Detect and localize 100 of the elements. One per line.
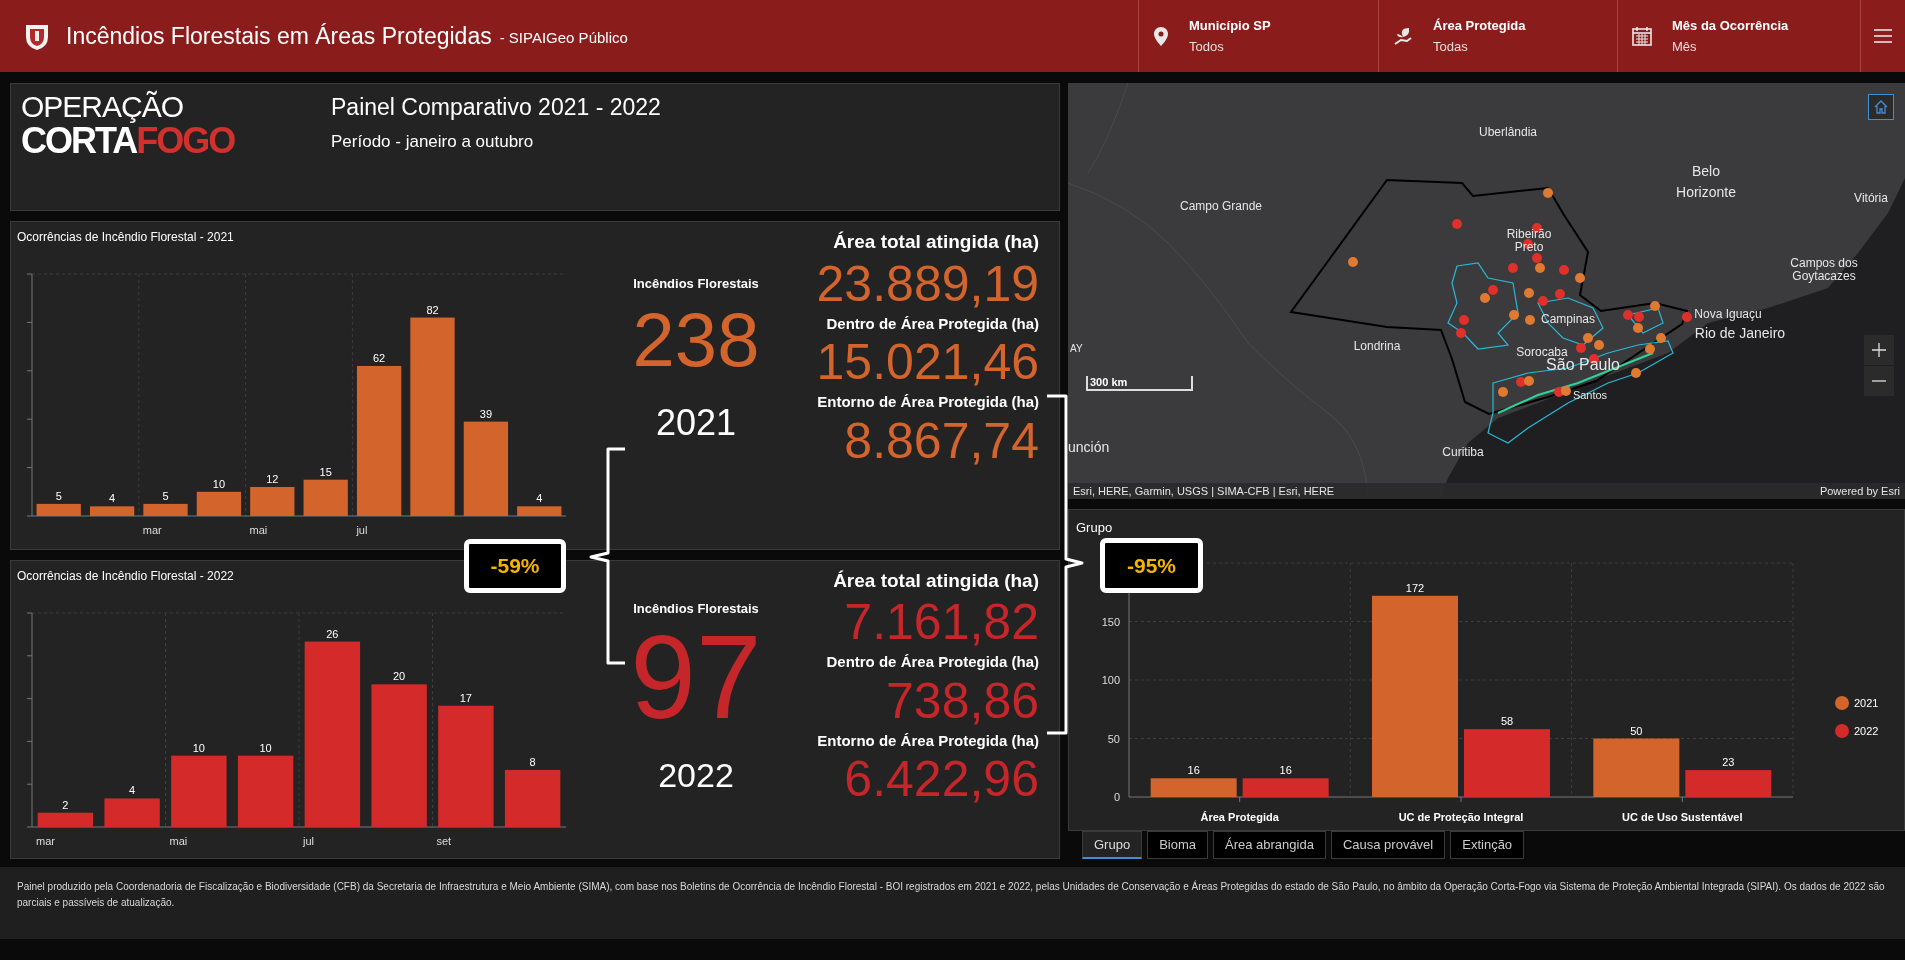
chart-bar	[36, 504, 81, 517]
legend-label: 2021	[1854, 697, 1879, 709]
map-label: Vitória	[1854, 190, 1888, 207]
stat-label: Incêndios Florestais	[633, 599, 759, 618]
stat-label: Área total atingida (ha)	[833, 568, 1039, 593]
bar-value-label: 26	[326, 627, 339, 640]
chart-title: Ocorrências de Incêndio Florestal - 2021	[17, 229, 234, 247]
incident-count: 238	[632, 301, 760, 378]
powered-by-link[interactable]: Powered by Esri	[1819, 482, 1900, 499]
filter-value: Todas	[1433, 38, 1469, 56]
map-label: Rio de Janeiro	[1694, 323, 1786, 343]
tab[interactable]: Causa provável	[1330, 831, 1446, 859]
scale-bar: 300 km	[1086, 376, 1193, 391]
app-title: Incêndios Florestais em Áreas Protegidas	[66, 21, 492, 51]
chart-bar	[171, 755, 227, 827]
bar-value-label: 4	[129, 784, 136, 797]
map-label: Campo Grande	[1180, 198, 1262, 215]
bar-value-label: 82	[426, 303, 439, 316]
filter-value: Todos	[1189, 38, 1225, 56]
tab[interactable]: Grupo	[1082, 831, 1143, 859]
menu-icon	[1874, 28, 1892, 44]
zoom-in-button[interactable]	[1864, 335, 1894, 365]
panel-title: Painel Comparativo 2021 - 2022	[331, 93, 661, 122]
axis-label: set	[436, 834, 452, 847]
bar-value-label: 23	[1722, 756, 1735, 769]
map-label: Ribeirão Preto	[1505, 227, 1553, 255]
tab[interactable]: Extinção	[1450, 831, 1525, 859]
chart-bar	[303, 480, 348, 517]
filter-button[interactable]: Área Protegida Todas	[1378, 0, 1617, 72]
axis-label: mai	[249, 524, 268, 537]
minus-icon	[1872, 380, 1886, 382]
logo-text: OPERAÇÃO	[21, 92, 185, 122]
bar-value-label: 50	[1630, 724, 1643, 737]
home-icon	[1874, 100, 1888, 114]
filter-label: Área Protegida	[1433, 16, 1526, 35]
filter-value: Mês	[1672, 38, 1698, 56]
axis-label: Área Protegida	[1200, 811, 1279, 823]
axis-label: jul	[356, 524, 368, 537]
map-label: Londrina	[1353, 338, 1401, 355]
tab[interactable]: Bioma	[1147, 831, 1208, 859]
axis-label: UC de Proteção Integral	[1398, 811, 1524, 823]
bar-value-label: 8	[529, 755, 536, 768]
bar-value-label: 10	[192, 741, 205, 754]
tab[interactable]: Área abrangida	[1213, 831, 1326, 859]
bar-value-label: 39	[479, 407, 492, 420]
filter-button[interactable]: Município SP Todos	[1138, 0, 1378, 72]
bar-value-label: 17	[459, 691, 472, 704]
location-pin-icon	[1153, 25, 1169, 47]
zoom-out-button[interactable]	[1864, 366, 1894, 396]
stat-label: Dentro de Área Protegida (ha)	[826, 652, 1039, 673]
chart-bar	[104, 798, 160, 827]
axis-label: 100	[1101, 674, 1120, 686]
area-value: 8.867,74	[844, 413, 1039, 468]
map-label: unción	[1068, 438, 1110, 457]
map-label: Belo Horizonte	[1675, 162, 1737, 202]
bar-value-label: 4	[109, 492, 116, 505]
map-label: Sorocaba	[1516, 344, 1568, 359]
stat-label: Entorno de Área Protegida (ha)	[817, 392, 1039, 413]
axis-label: UC de Uso Sustentável	[1622, 811, 1743, 823]
leaf-hand-icon	[1393, 25, 1413, 47]
bar-value-label: 58	[1500, 715, 1514, 728]
bar-value-label: 16	[1279, 764, 1292, 777]
bar-value-label: 15	[319, 466, 332, 478]
bar-value-label: 10	[259, 741, 272, 754]
map-label: São Paulo	[1546, 356, 1620, 375]
calendar-icon	[1632, 25, 1652, 47]
panel-subtitle: Período - janeiro a outubro	[331, 130, 535, 153]
map-label: Campos dos Goytacazes	[1789, 256, 1859, 284]
percent-change-badge: -95%	[1100, 538, 1203, 593]
bar-value-label: 2	[62, 798, 69, 811]
bar-value-label: 10	[212, 478, 225, 491]
logo-text: CORTA	[21, 123, 137, 159]
year-label: 2021	[655, 400, 737, 445]
legend-label: 2022	[1854, 725, 1879, 737]
footnote: Painel produzido pela Coordenadoria de Fiscalização e Biodiversidade (CFB) da Secretaria de Infraestrutura e Meio Ambiente (SIMA), com base nos Boletins de Ocorrência de Incêndio Florestal - BOI registrados em 2021 e 2022, pelas Unidades de Conservação e Áreas Protegidas do estado de São Paulo, no âmbito da Operação Corta-Fogo via Sistema de Proteção Ambiental Integrada (SIPAI). Os dados de 2022 são parciais e passíveis de atualização.	[17, 879, 1886, 910]
plus-icon	[1872, 343, 1886, 357]
bar-value-label: 16	[1187, 764, 1200, 777]
axis-label: mar	[142, 524, 162, 537]
bar-value-label: 5	[162, 490, 169, 503]
filter-label: Mês da Ocorrência	[1672, 16, 1789, 35]
chart-bar	[143, 504, 188, 517]
bar-value-label: 172	[1405, 581, 1425, 594]
chart-bar	[250, 487, 295, 517]
axis-label: mar	[36, 834, 55, 847]
chart-bar	[37, 812, 94, 827]
chart-bar	[196, 492, 242, 517]
logo-text: FOGO	[136, 123, 235, 159]
bar-value-label: 20	[393, 670, 406, 683]
home-button[interactable]	[1868, 94, 1894, 120]
map-attribution: Esri, HERE, Garmin, USGS | SIMA-CFB | Esri, HERE	[1073, 483, 1335, 499]
stat-label: Entorno de Área Protegida (ha)	[817, 730, 1039, 751]
stat-label: Incêndios Florestais	[633, 275, 759, 294]
filter-label: Município SP	[1189, 16, 1271, 35]
map-label: Uberlândia	[1479, 124, 1537, 141]
stat-label: Área total atingida (ha)	[833, 230, 1039, 255]
axis-label: 0	[1113, 791, 1120, 803]
area-value: 6.422,96	[844, 752, 1039, 807]
area-value: 7.161,82	[844, 595, 1039, 650]
filter-button[interactable]: Mês da Ocorrência Mês	[1617, 0, 1860, 72]
bar-value-label: 5	[55, 490, 62, 503]
